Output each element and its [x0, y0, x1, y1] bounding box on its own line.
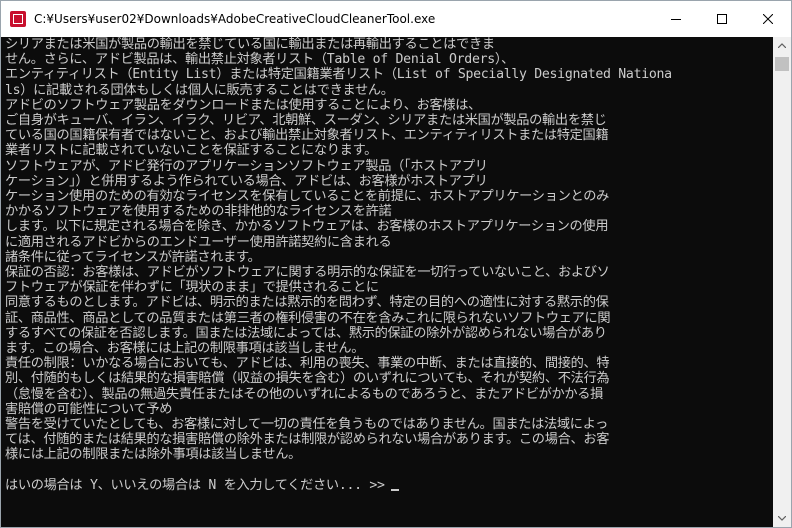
console-line: アドビのソフトウェア製品をダウンロードまたは使用することにより、お客様は、 [5, 97, 482, 113]
console-line: ソフトウェアが、アドビ発行のアプリケーションソフトウェア製品（「ホストアプリ [5, 158, 488, 174]
console-line: ls）に記載される団体もしくは個人に販売することはできません。 [5, 82, 394, 98]
console-line: ている国の国籍保有者ではないこと、および輸出禁止対象者リスト、エンティティリスト… [5, 128, 609, 144]
scroll-up-arrow-icon [778, 43, 786, 48]
scroll-down-button[interactable] [773, 510, 791, 527]
console-line: フトウェアが保証を伴わずに「現状のまま」で提供されることに [5, 280, 379, 296]
close-button[interactable] [745, 1, 791, 37]
window-controls [653, 1, 791, 37]
close-icon [763, 14, 773, 24]
input-prompt-line[interactable]: はいの場合は Y、いいえの場合は N を入力してください... >> [1, 478, 773, 493]
maximize-button[interactable] [699, 1, 745, 37]
scroll-down-arrow-icon [778, 516, 786, 521]
console-line: かかるソフトウェアを使用するための非排他的なライセンスを許諾 [5, 204, 392, 220]
console-line: せん。さらに、アドビ製品は、輸出禁止対象者リスト（Table of Denial… [5, 52, 515, 68]
adobe-exe-icon[interactable] [10, 11, 26, 27]
console-line: ご自身がキューバ、イラン、イラク、リビア、北朝鮮、スーダン、シリアまたは米国が製… [5, 113, 607, 129]
maximize-icon [717, 14, 727, 24]
console-line: に適用されるアドビからのエンドユーザー使用許諾契約に含まれる [5, 234, 392, 250]
console-line: ケーション」）と併用するよう作られている場合、アドビは、お客様がホストアプリ [5, 173, 488, 189]
console-line: 同意するものとします。アドビは、明示的または黙示的を問わず、特定の目的への適性に… [5, 295, 609, 311]
input-prompt: はいの場合は Y、いいえの場合は N を入力してください... >> [5, 477, 385, 493]
minimize-button[interactable] [653, 1, 699, 37]
console-line: 業者リストに記載されていないことを保証することになります。 [5, 143, 378, 159]
console-line: 別、付随的もしくは結果的な損害賠償（収益の損失を含む）のいずれについても、それが… [5, 371, 610, 387]
console-line: ては、付随的または結果的な損害賠償の除外または制限が認められない場合があります。… [5, 432, 610, 448]
console-line: 保証の否認：お客様は、アドビがソフトウェアに関する明示的な保証を一切行っていない… [5, 265, 610, 281]
console-line: 責任の制限：いかなる場合においても、アドビは、利用の喪失、事業の中断、または直接… [5, 356, 610, 372]
console-line: 害賠償の可能性について予め [5, 401, 173, 417]
console-line: 証、商品性、商品としての品質または第三者の権利侵害の不在を含みこれに限られないソ… [5, 310, 611, 326]
console-output[interactable]: シリアまたは米国が製品の輸出を禁じている国に輸出または再輸出することはできま せ… [1, 37, 773, 527]
console-line: します。以下に規定される場合を除き、かかるソフトウェアは、お客様のホストアプリケ… [5, 219, 609, 235]
console-line: 警告を受けていたとしても、お客様に対して一切の責任を負うものではありません。国ま… [5, 417, 609, 433]
console-line: ます。この場合、お客様には上記の制限事項は該当しません。 [5, 341, 365, 357]
text-cursor [390, 488, 399, 491]
console-line: するすべての保証を否認します。国または法域によっては、黙示的保証の除外が認められ… [5, 325, 607, 341]
window-title: C:¥Users¥user02¥Downloads¥AdobeCreativeC… [34, 12, 436, 26]
console-text: シリアまたは米国が製品の輸出を禁じている国に輸出または再輸出することはできま せ… [1, 37, 773, 463]
minimize-icon [671, 19, 681, 20]
vertical-scrollbar[interactable] [773, 37, 791, 527]
console-line: ケーション使用のための有効なライセンスを保有していることを前提に、ホストアプリケ… [5, 189, 609, 205]
scroll-up-button[interactable] [773, 37, 791, 54]
console-line: 様には上記の制限または除外事項は該当しません。 [5, 447, 302, 463]
console-line: （怠慢を含む）、製品の無過失責任またはその他のいずれによるものであろうと、またア… [5, 386, 604, 402]
console-window: C:¥Users¥user02¥Downloads¥AdobeCreativeC… [0, 0, 792, 528]
scroll-thumb[interactable] [775, 57, 789, 71]
console-line: エンティティリスト（Entity List）または特定国籍業者リスト（List … [5, 67, 672, 83]
console-line: シリアまたは米国が製品の輸出を禁じている国に輸出または再輸出することはできま [5, 37, 495, 52]
title-bar[interactable]: C:¥Users¥user02¥Downloads¥AdobeCreativeC… [1, 1, 791, 37]
console-line: 諸条件に従ってライセンスが許諾されます。 [5, 249, 261, 265]
